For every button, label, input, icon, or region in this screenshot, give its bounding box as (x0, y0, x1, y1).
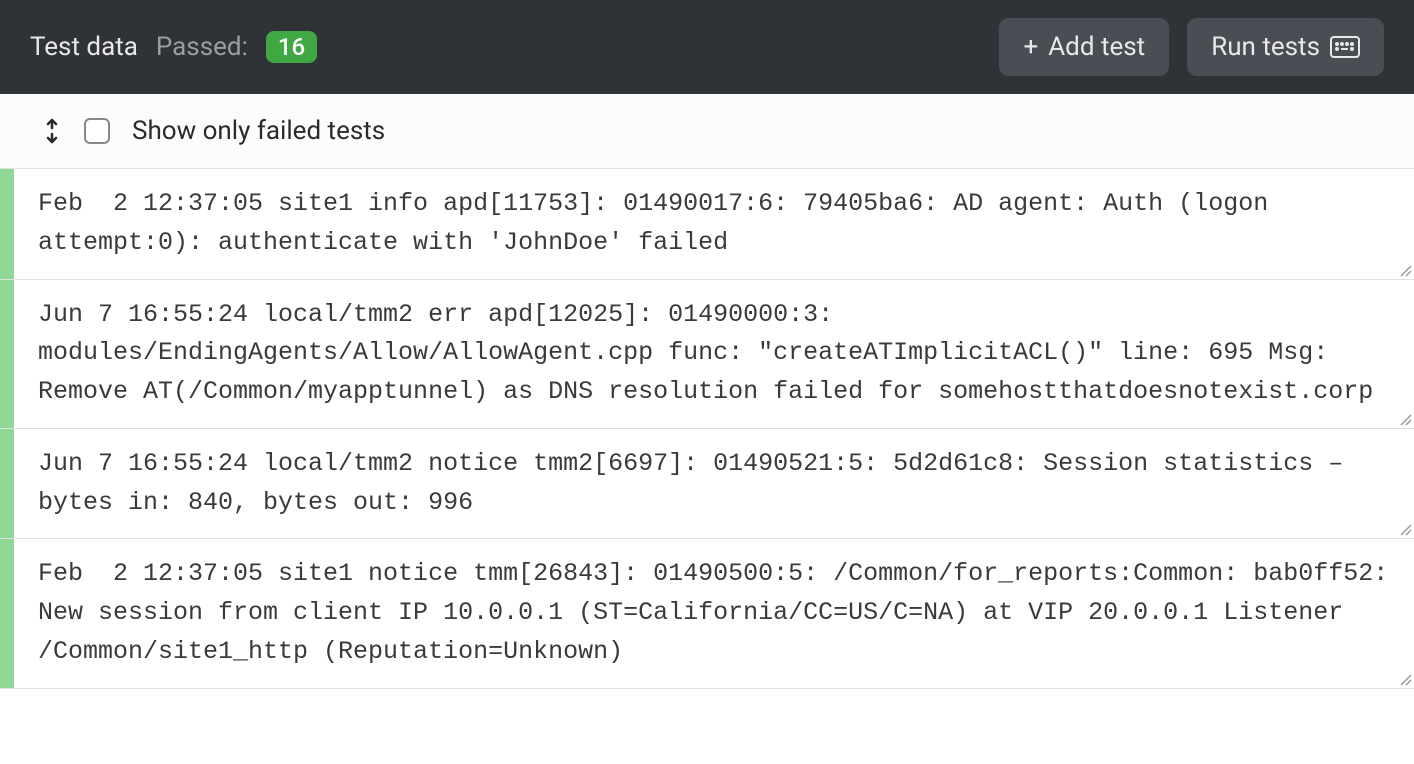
show-failed-label: Show only failed tests (132, 116, 385, 146)
plus-icon: + (1023, 34, 1038, 60)
run-tests-button[interactable]: Run tests (1187, 18, 1384, 76)
test-content[interactable]: Jun 7 16:55:24 local/tmm2 notice tmm2[66… (14, 429, 1414, 539)
passed-label: Passed: (156, 32, 248, 62)
show-failed-checkbox[interactable] (84, 118, 110, 144)
test-content[interactable]: Jun 7 16:55:24 local/tmm2 err apd[12025]… (14, 280, 1414, 428)
add-test-label: Add test (1048, 32, 1145, 62)
filter-bar: Show only failed tests (0, 94, 1414, 169)
keyboard-icon (1330, 36, 1360, 58)
run-tests-label: Run tests (1211, 32, 1320, 62)
status-indicator (0, 169, 14, 279)
resize-handle-icon[interactable] (1398, 522, 1412, 536)
resize-handle-icon[interactable] (1398, 412, 1412, 426)
status-indicator (0, 539, 14, 687)
test-content[interactable]: Feb 2 12:37:05 site1 notice tmm[26843]: … (14, 539, 1414, 687)
test-row[interactable]: Feb 2 12:37:05 site1 info apd[11753]: 01… (0, 169, 1414, 280)
passed-count-badge: 16 (266, 31, 317, 63)
sort-arrows-icon[interactable] (42, 117, 62, 145)
header-bar: Test data Passed: 16 + Add test Run test… (0, 0, 1414, 94)
test-row[interactable]: Jun 7 16:55:24 local/tmm2 notice tmm2[66… (0, 429, 1414, 540)
test-list: Feb 2 12:37:05 site1 info apd[11753]: 01… (0, 169, 1414, 689)
resize-handle-icon[interactable] (1398, 672, 1412, 686)
add-test-button[interactable]: + Add test (999, 18, 1169, 76)
test-row[interactable]: Jun 7 16:55:24 local/tmm2 err apd[12025]… (0, 280, 1414, 429)
status-indicator (0, 280, 14, 428)
resize-handle-icon[interactable] (1398, 263, 1412, 277)
page-title: Test data (30, 32, 138, 62)
test-content[interactable]: Feb 2 12:37:05 site1 info apd[11753]: 01… (14, 169, 1414, 279)
test-row[interactable]: Feb 2 12:37:05 site1 notice tmm[26843]: … (0, 539, 1414, 688)
status-indicator (0, 429, 14, 539)
